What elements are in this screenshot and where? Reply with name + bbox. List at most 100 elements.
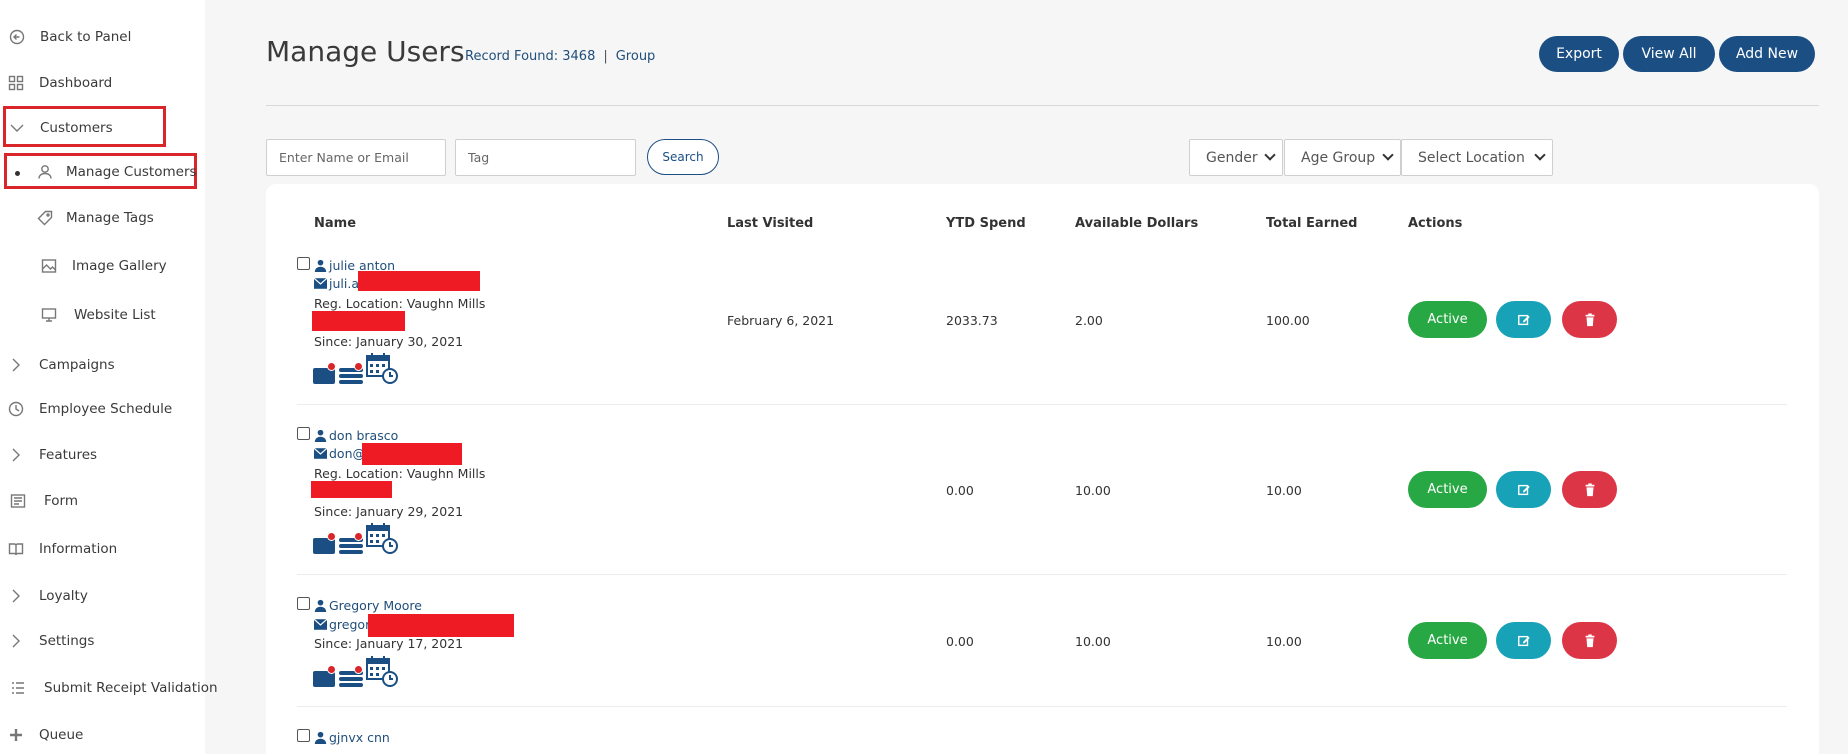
- user-name-link[interactable]: gjnvx cnn: [314, 730, 390, 745]
- delete-button[interactable]: [1562, 622, 1617, 659]
- user-icon: [36, 163, 54, 181]
- stack-icon[interactable]: [339, 532, 363, 558]
- available-dollars: 2.00: [1075, 313, 1103, 328]
- sidebar-item-loyalty[interactable]: Loyalty: [7, 587, 88, 605]
- sidebar-item-employee-schedule[interactable]: Employee Schedule: [7, 400, 172, 418]
- status-active-button[interactable]: Active: [1408, 301, 1487, 338]
- tag-input[interactable]: [455, 139, 636, 176]
- age-group-select[interactable]: Age Group: [1284, 139, 1401, 176]
- sidebar-item-features[interactable]: Features: [7, 446, 97, 464]
- sidebar-item-customers[interactable]: Customers: [8, 119, 113, 137]
- sidebar-item-campaigns[interactable]: Campaigns: [7, 356, 115, 374]
- total-earned: 10.00: [1266, 483, 1302, 498]
- sidebar-item-image-gallery[interactable]: Image Gallery: [40, 257, 167, 275]
- card-icon[interactable]: [313, 362, 336, 388]
- total-earned: 100.00: [1266, 313, 1310, 328]
- add-new-button[interactable]: Add New: [1719, 36, 1815, 72]
- ytd-spend: 0.00: [946, 483, 974, 498]
- edit-button[interactable]: [1496, 301, 1551, 338]
- edit-button[interactable]: [1496, 471, 1551, 508]
- chevron-right-icon: [7, 587, 25, 605]
- column-header-available-dollars: Available Dollars: [1075, 216, 1199, 231]
- record-count: Record Found: 3468: [465, 49, 596, 64]
- row-checkbox[interactable]: [297, 257, 310, 270]
- column-header-ytd-spend: YTD Spend: [946, 216, 1026, 231]
- sidebar-item-label: Website List: [74, 307, 156, 323]
- column-header-last-visited: Last Visited: [727, 216, 814, 231]
- chevron-down-icon: [1382, 149, 1394, 161]
- sidebar-item-manage-customers[interactable]: Manage Customers: [36, 163, 197, 181]
- row-divider: [297, 404, 1787, 405]
- sidebar-item-label: Settings: [39, 633, 95, 649]
- row-divider: [297, 706, 1787, 707]
- sidebar-item-label: Form: [44, 493, 79, 509]
- sidebar-item-settings[interactable]: Settings: [7, 632, 94, 650]
- sidebar-item-submit-receipt-validation[interactable]: Submit Receipt Validation: [9, 679, 218, 697]
- monitor-icon: [40, 306, 58, 324]
- group-link[interactable]: Group: [616, 49, 656, 64]
- sidebar-item-queue[interactable]: Queue: [7, 726, 83, 744]
- status-active-button[interactable]: Active: [1408, 471, 1487, 508]
- redaction-block: [368, 614, 514, 637]
- delete-button[interactable]: [1562, 301, 1617, 338]
- sidebar-item-label: Employee Schedule: [39, 401, 173, 417]
- calendar-clock-icon[interactable]: [366, 522, 398, 558]
- location-select[interactable]: Select Location: [1401, 139, 1553, 176]
- sidebar-item-back-to-panel[interactable]: Back to Panel: [8, 28, 131, 46]
- row-checkbox[interactable]: [297, 427, 310, 440]
- trash-icon: [1585, 482, 1594, 496]
- user-name: Gregory Moore: [329, 598, 422, 613]
- user-email: don@: [314, 446, 365, 461]
- ytd-spend: 0.00: [946, 634, 974, 649]
- sidebar-item-label: Image Gallery: [72, 258, 167, 274]
- user-email: gregor: [314, 617, 370, 632]
- trash-icon: [1585, 633, 1594, 647]
- user-since: Since: January 17, 2021: [314, 636, 464, 651]
- user-status-icons: [313, 522, 401, 558]
- sidebar-item-information[interactable]: Information: [7, 540, 117, 558]
- calendar-clock-icon[interactable]: [366, 655, 398, 691]
- card-icon[interactable]: [313, 532, 336, 558]
- sidebar-item-form[interactable]: Form: [9, 492, 78, 510]
- user-name-link[interactable]: Gregory Moore: [314, 598, 422, 613]
- user-icon: [314, 731, 327, 744]
- chevron-down-icon: [8, 119, 26, 137]
- users-table-card: [266, 184, 1819, 754]
- sidebar: Back to Panel Dashboard Customers Manage…: [0, 0, 218, 754]
- calendar-clock-icon[interactable]: [366, 352, 398, 388]
- name-email-input[interactable]: [266, 139, 446, 176]
- user-email-text: gregor: [329, 617, 371, 632]
- search-button[interactable]: Search: [647, 139, 719, 175]
- back-arrow-icon: [8, 28, 26, 46]
- last-visited: February 6, 2021: [727, 313, 835, 328]
- row-checkbox[interactable]: [297, 729, 310, 742]
- sidebar-item-website-list[interactable]: Website List: [40, 306, 156, 324]
- edit-icon: [1517, 484, 1530, 495]
- delete-button[interactable]: [1562, 471, 1617, 508]
- dashboard-grid-icon: [7, 74, 25, 92]
- redaction-block: [312, 311, 405, 331]
- card-icon[interactable]: [313, 665, 336, 691]
- view-all-button[interactable]: View All: [1623, 36, 1715, 72]
- user-name-link[interactable]: don brasco: [314, 428, 398, 443]
- status-active-button[interactable]: Active: [1408, 622, 1487, 659]
- redaction-block: [311, 481, 392, 498]
- edit-icon: [1517, 314, 1530, 325]
- sidebar-item-label: Campaigns: [39, 357, 115, 373]
- user-since: Since: January 30, 2021: [314, 334, 464, 349]
- edit-button[interactable]: [1496, 622, 1551, 659]
- gender-select[interactable]: Gender: [1189, 139, 1283, 176]
- stack-icon[interactable]: [339, 665, 363, 691]
- user-since: Since: January 29, 2021: [314, 504, 464, 519]
- envelope-icon: [314, 619, 327, 630]
- stack-icon[interactable]: [339, 362, 363, 388]
- sidebar-item-dashboard[interactable]: Dashboard: [7, 74, 112, 92]
- export-button[interactable]: Export: [1539, 36, 1619, 72]
- row-checkbox[interactable]: [297, 597, 310, 610]
- ytd-spend: 2033.73: [946, 313, 998, 328]
- sidebar-item-label: Manage Tags: [66, 210, 154, 226]
- user-icon: [314, 429, 327, 442]
- sidebar-item-manage-tags[interactable]: Manage Tags: [36, 209, 154, 227]
- row-divider: [297, 574, 1787, 575]
- form-icon: [9, 492, 27, 510]
